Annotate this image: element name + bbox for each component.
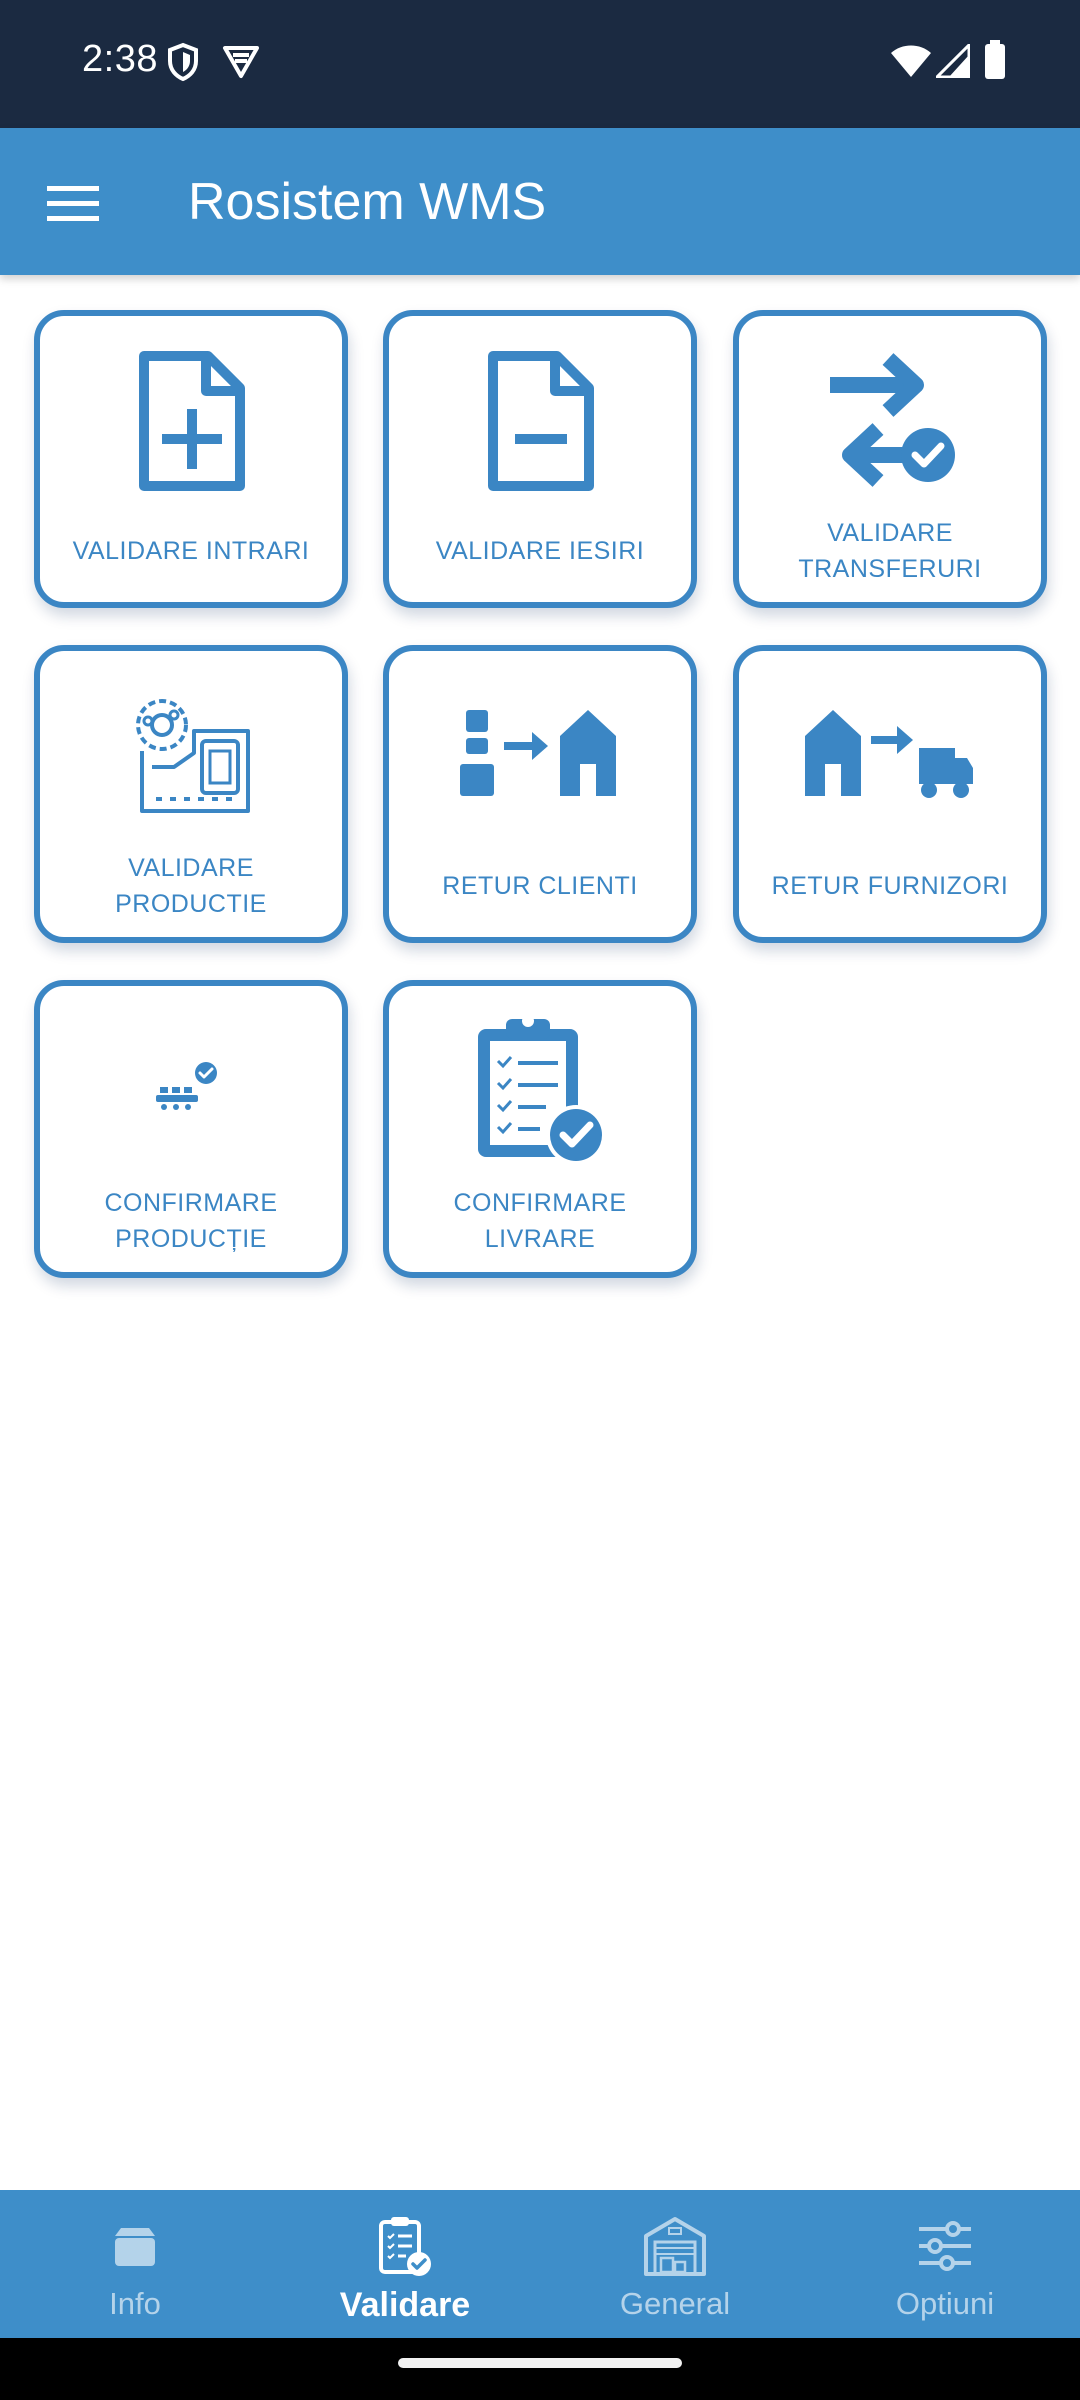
app-title: Rosistem WMS <box>188 173 547 231</box>
nav-item-optiuni[interactable]: Optiuni <box>810 2190 1080 2338</box>
tile-label: RETUR FURNIZORI <box>771 872 1009 900</box>
tile-confirmare-livrare[interactable]: CONFIRMARE LIVRARE <box>383 980 697 1278</box>
tile-label: VALIDARE IESIRI <box>435 537 645 565</box>
tile-label: CONFIRMARE LIVRARE <box>453 1189 627 1253</box>
warehouse-icon <box>540 2208 810 2284</box>
cellular-signal-icon <box>933 41 971 83</box>
battery-icon <box>984 40 1006 85</box>
system-nav-bar <box>0 2338 1080 2400</box>
tile-retur-clienti[interactable]: RETUR CLIENTI <box>383 645 697 943</box>
nav-label: Optiuni <box>895 2286 995 2321</box>
app-bar: Rosistem WMS <box>0 128 1080 275</box>
tile-label: CONFIRMARE PRODUCȚIE <box>104 1189 278 1253</box>
tile-confirmare-productie[interactable]: CONFIRMARE PRODUCȚIE <box>34 980 348 1278</box>
nav-label: Info <box>109 2286 161 2321</box>
tile-validare-transferuri[interactable]: VALIDARE TRANSFERURI <box>733 310 1047 608</box>
customer-to-warehouse-icon <box>389 671 691 841</box>
nav-label: General <box>619 2286 731 2321</box>
bottom-nav: Info Validare General Optiuni <box>0 2190 1080 2338</box>
sliders-icon <box>810 2208 1080 2284</box>
nav-item-general[interactable]: General <box>540 2190 810 2338</box>
menu-button[interactable] <box>36 170 110 236</box>
warehouse-to-truck-icon <box>739 671 1041 841</box>
box-icon <box>0 2208 270 2284</box>
hamburger-menu-icon <box>47 186 99 221</box>
clipboard-check-icon <box>270 2208 540 2284</box>
tile-validare-iesiri[interactable]: VALIDARE IESIRI <box>383 310 697 608</box>
conveyor-check-icon <box>40 1006 342 1176</box>
nav-item-info[interactable]: Info <box>0 2190 270 2338</box>
tile-label: RETUR CLIENTI <box>442 872 638 900</box>
file-minus-icon <box>389 336 691 506</box>
tile-label: VALIDARE INTRARI <box>72 537 310 565</box>
production-machine-icon <box>40 671 342 841</box>
transfer-arrows-check-icon <box>739 336 1041 506</box>
vpn-triangle-icon <box>222 42 260 85</box>
tile-label: VALIDARE PRODUCTIE <box>115 854 267 918</box>
tile-retur-furnizori[interactable]: RETUR FURNIZORI <box>733 645 1047 943</box>
status-time: 2:38 <box>82 38 158 80</box>
nav-label: Validare <box>339 2286 471 2324</box>
shield-icon <box>166 42 200 87</box>
nav-item-validare[interactable]: Validare <box>270 2190 540 2338</box>
tile-validare-productie[interactable]: VALIDARE PRODUCTIE <box>34 645 348 943</box>
wifi-icon <box>890 44 932 83</box>
tile-label: VALIDARE TRANSFERURI <box>798 519 982 583</box>
file-plus-icon <box>40 336 342 506</box>
status-bar: 2:38 <box>0 0 1080 128</box>
clipboard-check-icon <box>389 1006 691 1176</box>
tile-validare-intrari[interactable]: VALIDARE INTRARI <box>34 310 348 608</box>
home-gesture-pill[interactable] <box>398 2358 682 2368</box>
